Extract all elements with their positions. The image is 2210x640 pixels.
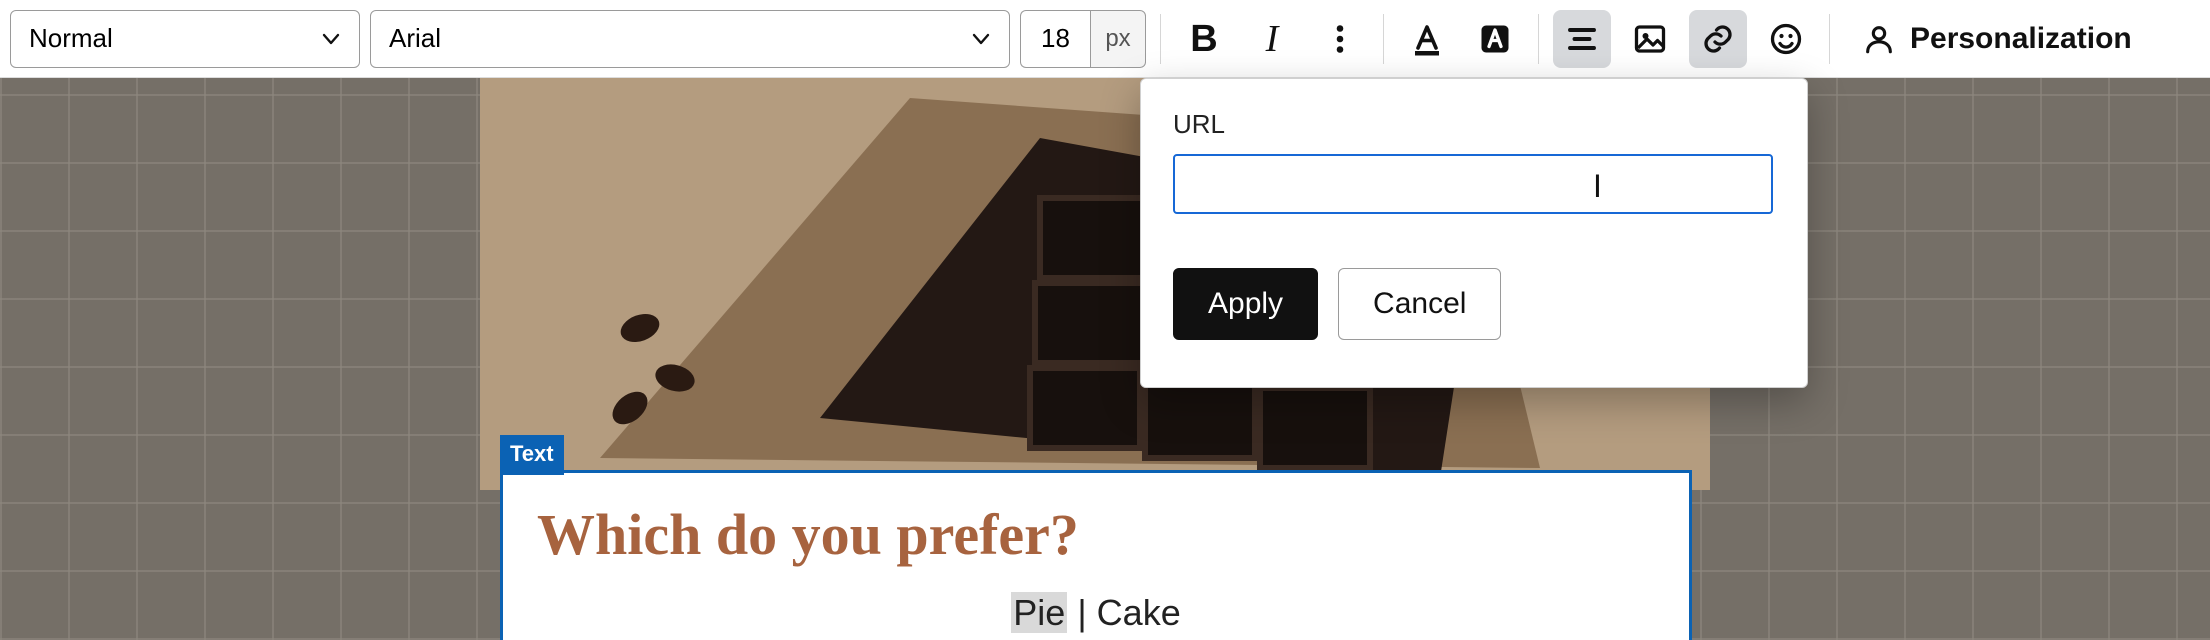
highlight-icon: [1477, 21, 1513, 57]
choice-separator: |: [1067, 592, 1096, 633]
font-family-value: Arial: [389, 23, 441, 54]
italic-button[interactable]: I: [1243, 10, 1301, 68]
text-block[interactable]: Text Which do you prefer? Pie | Cake: [500, 470, 1692, 640]
link-icon: [1700, 21, 1736, 57]
toolbar-separator: [1829, 14, 1830, 64]
image-icon: [1632, 21, 1668, 57]
apply-button[interactable]: Apply: [1173, 268, 1318, 340]
align-center-icon: [1564, 21, 1600, 57]
block-type-badge: Text: [500, 435, 564, 475]
text-color-button[interactable]: [1398, 10, 1456, 68]
personalization-button[interactable]: Personalization: [1844, 10, 2150, 68]
bold-button[interactable]: B: [1175, 10, 1233, 68]
toolbar-separator: [1160, 14, 1161, 64]
image-button[interactable]: [1621, 10, 1679, 68]
more-formatting-button[interactable]: [1311, 10, 1369, 68]
link-url-popover: URL I Apply Cancel: [1140, 78, 1808, 388]
text-color-icon: [1409, 21, 1445, 57]
toolbar-separator: [1383, 14, 1384, 64]
formatting-toolbar: Normal Arial px B I Personalization: [0, 0, 2210, 78]
personalization-label: Personalization: [1910, 22, 2132, 56]
toolbar-separator: [1538, 14, 1539, 64]
cancel-button[interactable]: Cancel: [1338, 268, 1501, 340]
editor-canvas[interactable]: Text Which do you prefer? Pie | Cake: [0, 78, 2210, 640]
url-input[interactable]: [1173, 154, 1773, 214]
italic-icon: I: [1266, 20, 1279, 58]
paragraph-style-value: Normal: [29, 23, 113, 54]
more-vertical-icon: [1322, 21, 1358, 57]
font-size-control: px: [1020, 10, 1146, 68]
emoji-icon: [1768, 21, 1804, 57]
link-button[interactable]: [1689, 10, 1747, 68]
choice-b: Cake: [1097, 592, 1181, 633]
bold-icon: B: [1190, 20, 1217, 58]
block-choices[interactable]: Pie | Cake: [503, 576, 1689, 634]
font-size-unit: px: [1090, 10, 1146, 68]
highlight-color-button[interactable]: [1466, 10, 1524, 68]
emoji-button[interactable]: [1757, 10, 1815, 68]
block-heading[interactable]: Which do you prefer?: [503, 473, 1689, 576]
user-icon: [1862, 22, 1896, 56]
font-size-input[interactable]: [1020, 10, 1090, 68]
url-field-label: URL: [1173, 109, 1775, 140]
chevron-down-icon: [319, 27, 343, 51]
font-family-select[interactable]: Arial: [370, 10, 1010, 68]
chevron-down-icon: [969, 27, 993, 51]
align-button[interactable]: [1553, 10, 1611, 68]
choice-a-highlighted: Pie: [1011, 592, 1067, 633]
paragraph-style-select[interactable]: Normal: [10, 10, 360, 68]
